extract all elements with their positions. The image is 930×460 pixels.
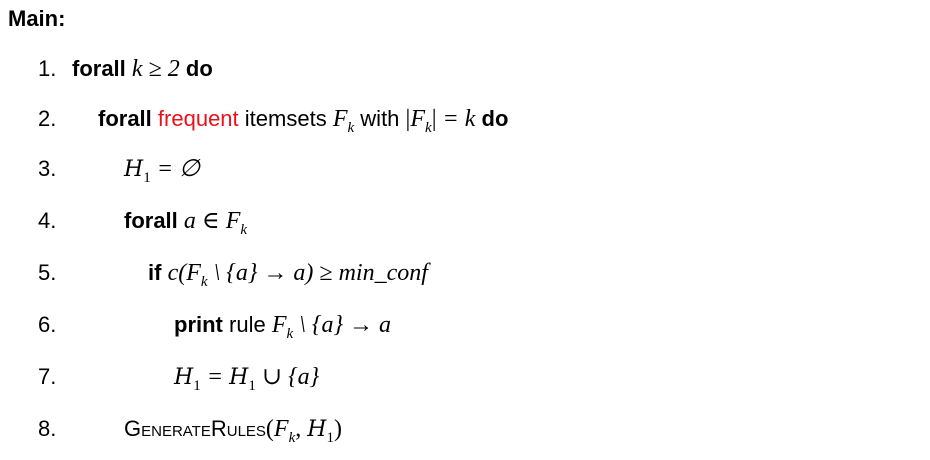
calligraphic-symbol: H [307,417,327,442]
line-number: 7. [38,364,57,389]
keyword-forall: forall [124,208,178,233]
line-content: GenerateRules(Fk, H1) [124,416,342,446]
line-content: print rule Fk \ {a} → a [174,310,392,342]
math-expression: c(Fk \ {a} → a) ≥ min_conf [167,260,428,290]
keyword-print: print [174,312,223,337]
line-content: H1 = H1 ∪ {a} [174,364,320,394]
line-content: forall a ∈ Fk [124,206,248,238]
math-expression: = ∅ [156,156,200,182]
line-number: 1. [38,56,57,81]
algorithm-title: Main: [8,6,66,31]
math-expression: k ≥ 2 [131,56,180,82]
math-expression: ∪ {a} [261,364,320,390]
calligraphic-symbol: H [174,365,194,390]
line-content: forall k ≥ 2 do [72,54,213,84]
math-expression: a ∈ Fk [183,208,248,238]
math-expression: (Fk, [265,416,308,446]
keyword-do: do [185,56,213,81]
line-content: H1 = ∅ [124,156,200,186]
keyword-do: do [481,106,509,131]
math-expression: |Fk| = k [405,106,476,136]
plain-text: rule [229,312,266,337]
line-content: if c(Fk \ {a} → a) ≥ min_conf [148,258,428,290]
plain-text: with [360,106,400,131]
math-expression: Fk \ {a} → a [271,312,392,342]
line-number: 4. [38,208,57,233]
line-content: forall frequent itemsets Fk with |Fk| = … [98,104,509,136]
keyword-forall: forall [72,56,126,81]
procedure-name: GenerateRules [124,416,266,441]
calligraphic-symbol: H [229,365,249,390]
keyword-if: if [148,260,162,285]
plain-text: itemsets [244,106,327,131]
math-expression: = [206,364,224,390]
line-number: 2. [38,106,57,131]
line-number: 6. [38,312,57,337]
highlighted-word: frequent [157,106,239,131]
line-number: 3. [38,156,57,181]
line-number: 8. [38,416,57,441]
keyword-forall: forall [98,106,152,131]
math-expression: Fk [332,106,355,136]
line-number: 5. [38,260,57,285]
calligraphic-symbol: H [124,157,144,182]
